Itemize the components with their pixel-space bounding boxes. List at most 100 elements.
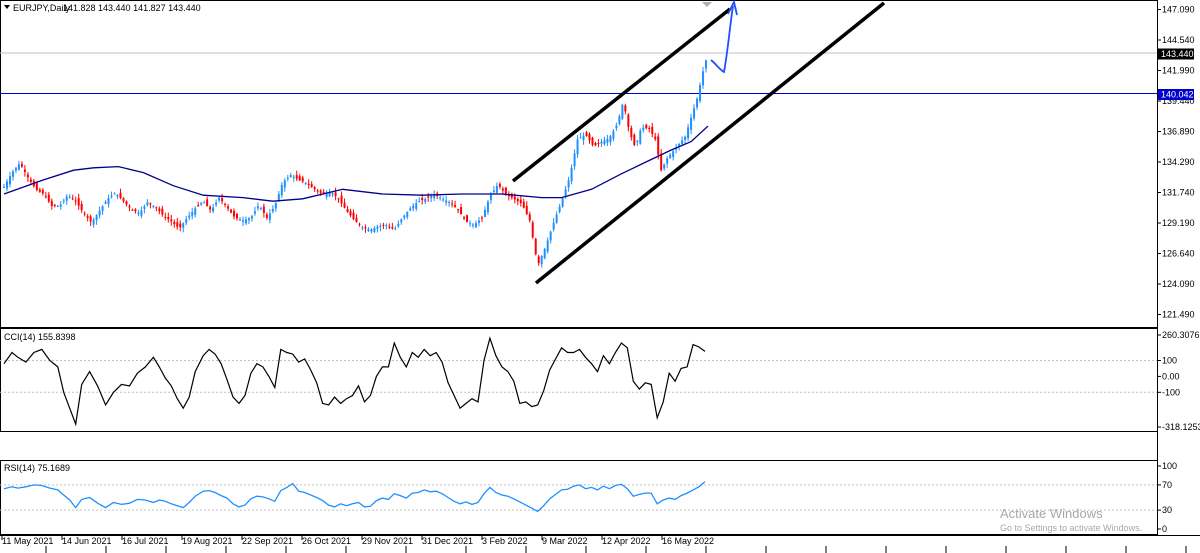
candle-body xyxy=(271,208,274,212)
candle-body xyxy=(477,220,480,223)
candle-body xyxy=(170,219,173,222)
candle-body xyxy=(367,229,370,231)
candle-body xyxy=(29,179,32,182)
candle-body xyxy=(137,212,140,214)
rsi-tick-label: 0 xyxy=(1162,524,1167,534)
candle-body xyxy=(600,141,603,144)
candle-body xyxy=(388,226,391,228)
candle-body xyxy=(457,209,460,211)
candle-body xyxy=(495,186,498,193)
time-tick-label: 29 Nov 2021 xyxy=(362,536,413,546)
candle-body xyxy=(164,216,167,218)
candle-body xyxy=(185,219,188,223)
candle-body xyxy=(624,105,627,112)
cci-tick-label: -318.1253 xyxy=(1162,422,1200,432)
candle-body xyxy=(454,204,457,207)
scroll-marker-icon[interactable] xyxy=(702,2,712,7)
candles xyxy=(3,59,708,268)
candle-body xyxy=(531,222,534,238)
rsi-line xyxy=(3,481,706,513)
candle-body xyxy=(615,125,618,129)
candle-body xyxy=(14,167,17,171)
candle-body xyxy=(56,205,59,207)
candle-body xyxy=(292,176,295,178)
candle-body xyxy=(59,204,62,207)
candle-body xyxy=(140,210,143,216)
cci-tick-label: -100 xyxy=(1162,387,1180,397)
candle-body xyxy=(355,217,358,223)
candle-body xyxy=(295,175,298,179)
candle-body xyxy=(534,238,537,255)
candle-body xyxy=(98,210,101,216)
candle-body xyxy=(319,190,322,193)
time-tick-label: 12 Apr 2022 xyxy=(602,536,651,546)
pane-frames xyxy=(0,0,1158,535)
candle-body xyxy=(3,186,5,188)
candle-body xyxy=(606,138,609,143)
candle-body xyxy=(173,222,176,225)
candle-body xyxy=(238,219,241,221)
candle-body xyxy=(68,196,71,198)
candle-body xyxy=(5,181,8,189)
candle-body xyxy=(224,203,227,205)
candle-body xyxy=(466,215,469,222)
candle-body xyxy=(561,198,564,207)
candle-body xyxy=(504,187,507,195)
candle-body xyxy=(442,199,445,201)
candle-body xyxy=(197,205,200,207)
candle-body xyxy=(705,60,708,69)
candle-body xyxy=(382,224,385,226)
channel-lower-line[interactable] xyxy=(534,1,886,285)
candle-body xyxy=(89,216,92,222)
candle-body xyxy=(361,227,364,229)
rsi-tick-label: 100 xyxy=(1162,461,1177,471)
candle-body xyxy=(376,226,379,229)
candle-body xyxy=(256,206,259,209)
candle-body xyxy=(101,206,104,211)
candle-body xyxy=(26,174,29,178)
candle-body xyxy=(23,169,26,173)
candle-body xyxy=(247,218,250,221)
candle-body xyxy=(352,212,355,220)
candle-body xyxy=(343,202,346,208)
candle-body xyxy=(161,208,164,215)
candle-body xyxy=(221,198,224,202)
candle-body xyxy=(17,164,20,170)
candle-body xyxy=(501,188,504,191)
candle-body xyxy=(555,214,558,223)
candle-body xyxy=(385,225,388,227)
candle-body xyxy=(364,227,367,229)
candle-body xyxy=(53,204,56,206)
candle-body xyxy=(71,198,74,200)
rsi-axis: 100 70 30 0 xyxy=(0,461,1177,534)
triangle-down-icon[interactable] xyxy=(4,5,10,9)
candle-body xyxy=(346,208,349,212)
candle-body xyxy=(699,85,702,101)
candle-body xyxy=(41,189,44,194)
price-tick-label: 147.090 xyxy=(1162,5,1195,15)
candle-body xyxy=(280,185,283,196)
time-tick-label: 16 Jul 2021 xyxy=(122,536,169,546)
candle-body xyxy=(480,217,483,219)
candle-body xyxy=(463,217,466,219)
candle-body xyxy=(179,223,182,228)
candle-body xyxy=(648,128,651,130)
candle-body xyxy=(412,205,415,209)
price-tick-label: 126.640 xyxy=(1162,249,1195,259)
ohlc-values: 141.828 143.440 141.827 143.440 xyxy=(63,3,201,13)
candle-body xyxy=(492,190,495,192)
candle-body xyxy=(122,198,125,202)
candle-body xyxy=(209,206,212,210)
candle-body xyxy=(486,201,489,213)
candle-body xyxy=(241,220,244,222)
line-price-label: 140.042 xyxy=(1161,90,1194,100)
candle-body xyxy=(540,256,543,265)
time-tick-label: 19 Aug 2021 xyxy=(182,536,233,546)
candle-body xyxy=(307,183,310,185)
chart-canvas[interactable]: EURJPY,Daily 141.828 143.440 141.827 143… xyxy=(0,0,1200,553)
candle-body xyxy=(74,200,77,202)
candle-body xyxy=(594,142,597,146)
candle-body xyxy=(687,127,690,139)
candle-body xyxy=(236,213,239,219)
candle-body xyxy=(472,224,475,226)
